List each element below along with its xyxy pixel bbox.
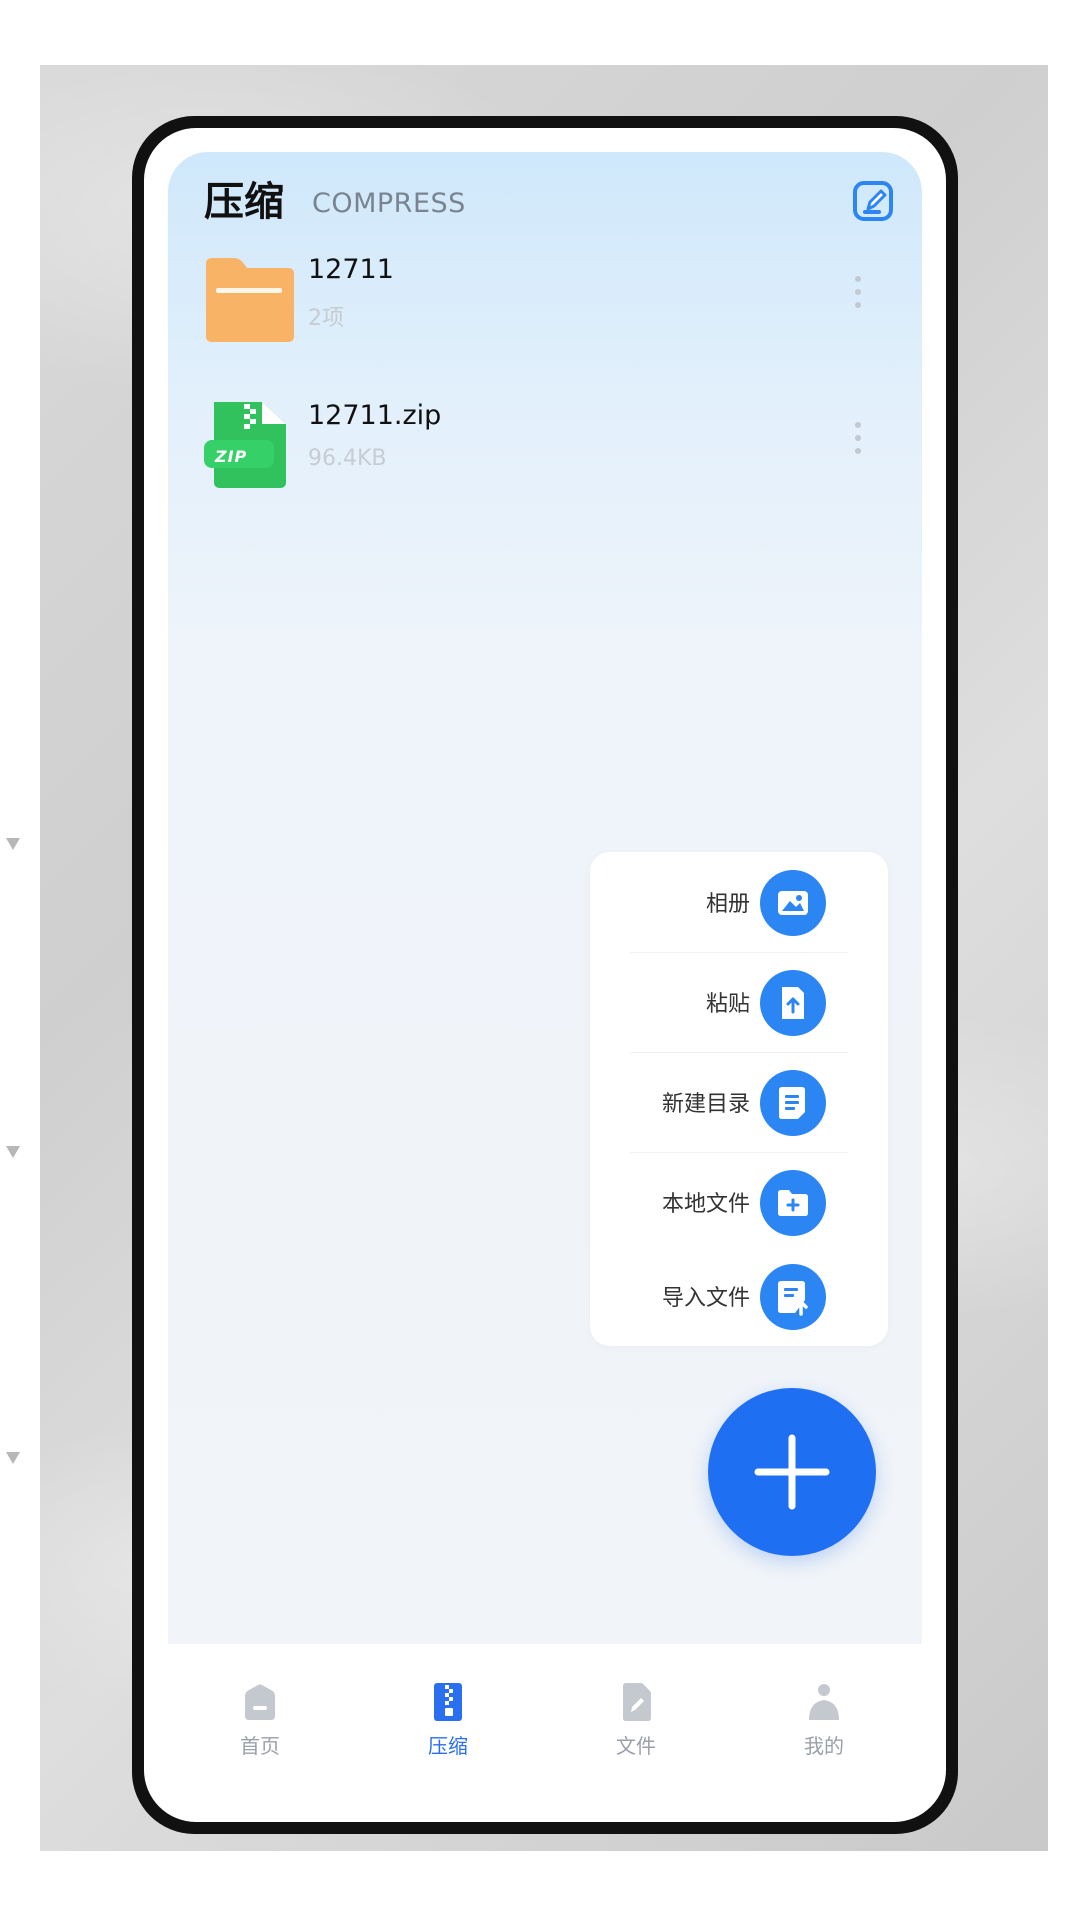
nav-item-home[interactable]: 首页 [200,1682,320,1772]
file-name: 12711 [308,254,394,285]
paste-icon [760,970,826,1036]
import-file-icon [760,1264,826,1330]
plus-icon [754,1434,830,1510]
compress-icon [429,1682,467,1722]
menu-label: 新建目录 [661,1092,750,1117]
phone-screen: 压缩 COMPRESS 12711 2项 ZIP 12711.zip 96.4K… [144,128,946,1822]
edit-button[interactable] [850,178,896,224]
nav-item-compress[interactable]: 压缩 [388,1682,508,1772]
folder-icon [204,252,296,344]
menu-item-import-file[interactable]: 导入文件 [590,1246,888,1346]
file-icon [617,1682,655,1722]
menu-label: 粘贴 [705,992,750,1017]
zip-badge-text: ZIP [215,447,248,466]
page-header: 压缩 COMPRESS [204,174,896,234]
side-marker [6,1146,20,1158]
more-button[interactable] [850,276,866,320]
nav-label: 首页 [240,1734,280,1758]
page-title: 压缩 [204,179,284,225]
add-button[interactable] [708,1388,876,1556]
menu-item-album[interactable]: 相册 [590,852,888,952]
app-screen: 压缩 COMPRESS 12711 2项 ZIP 12711.zip 96.4K… [168,152,922,1644]
menu-item-new-folder[interactable]: 新建目录 [590,1052,888,1152]
profile-icon [805,1682,843,1722]
file-name: 12711.zip [308,400,442,431]
page-subtitle: COMPRESS [312,188,466,219]
more-icon [855,422,861,428]
file-meta: 96.4KB [308,446,387,471]
bottom-navigation: 首页 压缩 文件 我的 [168,1644,922,1792]
more-icon [855,276,861,282]
nav-label: 我的 [804,1734,844,1758]
nav-item-files[interactable]: 文件 [576,1682,696,1772]
file-list-item[interactable]: ZIP 12711.zip 96.4KB [204,398,896,506]
menu-label: 本地文件 [661,1192,750,1217]
file-list-item[interactable]: 12711 2项 [204,252,896,360]
side-marker [6,1452,20,1464]
local-file-icon [760,1170,826,1236]
nav-label: 压缩 [428,1734,468,1758]
phone-frame: 压缩 COMPRESS 12711 2项 ZIP 12711.zip 96.4K… [132,116,958,1834]
nav-label: 文件 [616,1734,656,1758]
add-menu-popup: 相册 粘贴 新建目录 本地文件 导入文件 [590,852,888,1346]
file-meta: 2项 [308,306,344,331]
nav-item-profile[interactable]: 我的 [764,1682,884,1772]
new-folder-icon [760,1070,826,1136]
zip-file-icon: ZIP [204,398,296,490]
menu-label: 相册 [705,892,750,917]
side-marker [6,838,20,850]
menu-item-paste[interactable]: 粘贴 [590,952,888,1052]
more-button[interactable] [850,422,866,466]
home-icon [241,1682,279,1722]
menu-item-local-file[interactable]: 本地文件 [590,1152,888,1252]
menu-label: 导入文件 [661,1286,750,1311]
album-icon [760,870,826,936]
edit-icon [853,181,893,221]
